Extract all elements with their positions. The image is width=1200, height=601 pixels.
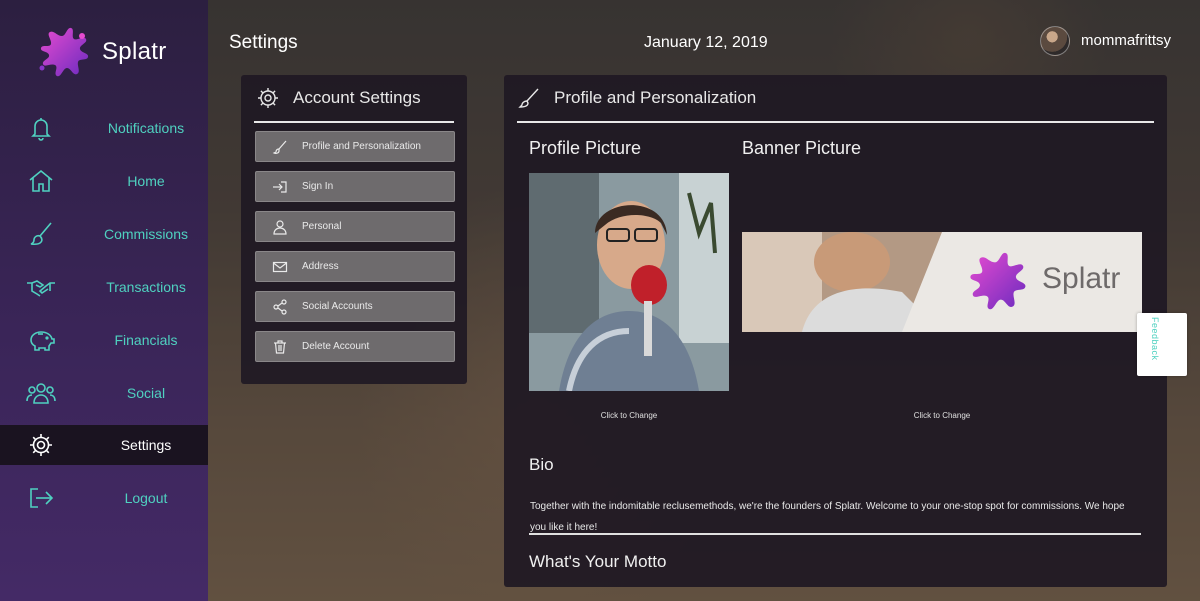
feedback-label: Feedback xyxy=(1150,317,1160,361)
menu-delete-account[interactable]: Delete Account xyxy=(255,331,455,362)
menu-label: Sign In xyxy=(302,181,334,192)
trash-icon xyxy=(274,340,286,354)
sidebar-item-label: Financials xyxy=(114,332,178,348)
menu-label: Profile and Personalization xyxy=(302,141,421,152)
banner-picture-label: Banner Picture xyxy=(742,138,862,158)
banner-picture[interactable]: Splatr xyxy=(742,232,1142,332)
menu-label: Address xyxy=(302,261,339,272)
banner-click-to-change[interactable]: Click to Change xyxy=(742,411,1142,420)
bio-underline xyxy=(529,533,1141,535)
sidebar-item-label: Commissions xyxy=(103,226,188,242)
bio-textarea[interactable]: Together with the indomitable reclusemet… xyxy=(530,496,1140,538)
home-icon xyxy=(26,167,56,195)
brush-icon xyxy=(26,220,56,248)
sidebar-item-social[interactable]: Social xyxy=(0,373,208,413)
divider xyxy=(254,121,454,123)
account-settings-panel: Account Settings Profile and Personaliza… xyxy=(241,75,467,384)
gear-icon xyxy=(258,88,278,108)
profile-click-to-change[interactable]: Click to Change xyxy=(529,411,729,420)
account-settings-header: Account Settings xyxy=(257,75,421,121)
sign-in-icon xyxy=(273,181,287,193)
menu-label: Delete Account xyxy=(302,341,370,352)
sidebar: Splatr Notifications Home Commissions Tr… xyxy=(0,0,208,601)
sidebar-item-commissions[interactable]: Commissions xyxy=(0,214,208,254)
avatar[interactable] xyxy=(1040,26,1070,56)
brush-icon xyxy=(518,88,539,108)
splatr-logo-icon xyxy=(970,252,1026,310)
menu-social-accounts[interactable]: Social Accounts xyxy=(255,291,455,322)
sidebar-item-transactions[interactable]: Transactions xyxy=(0,267,208,307)
sidebar-item-label: Home xyxy=(127,173,165,189)
account-settings-title: Account Settings xyxy=(293,88,421,107)
sidebar-item-label: Settings xyxy=(120,437,172,453)
banner-brand-name: Splatr xyxy=(1042,262,1121,295)
users-icon xyxy=(26,379,56,407)
user-icon xyxy=(273,220,287,235)
piggy-bank-icon xyxy=(26,326,56,354)
gear-icon xyxy=(26,431,56,459)
page-title: Settings xyxy=(229,32,298,53)
bell-icon xyxy=(26,114,56,142)
profile-title: Profile and Personalization xyxy=(554,88,757,107)
divider xyxy=(517,121,1154,123)
brand[interactable]: Splatr xyxy=(32,22,167,82)
envelope-icon xyxy=(272,261,288,273)
handshake-icon xyxy=(26,273,56,301)
username[interactable]: mommafrittsy xyxy=(1081,32,1171,49)
current-date: January 12, 2019 xyxy=(644,34,768,51)
profile-header: Profile and Personalization xyxy=(518,75,756,121)
sidebar-item-financials[interactable]: Financials xyxy=(0,320,208,360)
profile-picture[interactable] xyxy=(529,173,729,391)
menu-personal[interactable]: Personal xyxy=(255,211,455,242)
sidebar-item-label: Logout xyxy=(124,490,168,506)
sidebar-item-label: Social xyxy=(126,385,166,401)
menu-sign-in[interactable]: Sign In xyxy=(255,171,455,202)
brush-icon xyxy=(272,140,287,154)
sidebar-item-label: Notifications xyxy=(107,120,185,136)
sidebar-item-home[interactable]: Home xyxy=(0,161,208,201)
brand-name: Splatr xyxy=(102,38,167,65)
bio-label: Bio xyxy=(529,455,554,474)
profile-photo-illustration xyxy=(529,173,729,391)
profile-picture-label: Profile Picture xyxy=(529,138,642,158)
share-icon xyxy=(273,299,287,315)
menu-profile-personalization[interactable]: Profile and Personalization xyxy=(255,131,455,162)
sidebar-item-settings[interactable]: Settings xyxy=(0,425,208,465)
menu-label: Personal xyxy=(302,221,342,232)
splatr-logo-icon xyxy=(39,27,89,77)
menu-label: Social Accounts xyxy=(302,301,373,312)
sidebar-item-logout[interactable]: Logout xyxy=(0,478,208,518)
sidebar-item-label: Transactions xyxy=(106,279,186,295)
feedback-tab[interactable]: Feedback xyxy=(1137,313,1187,376)
motto-label: What's Your Motto xyxy=(529,552,667,571)
logout-icon xyxy=(26,484,56,512)
sidebar-item-notifications[interactable]: Notifications xyxy=(0,108,208,148)
menu-address[interactable]: Address xyxy=(255,251,455,282)
